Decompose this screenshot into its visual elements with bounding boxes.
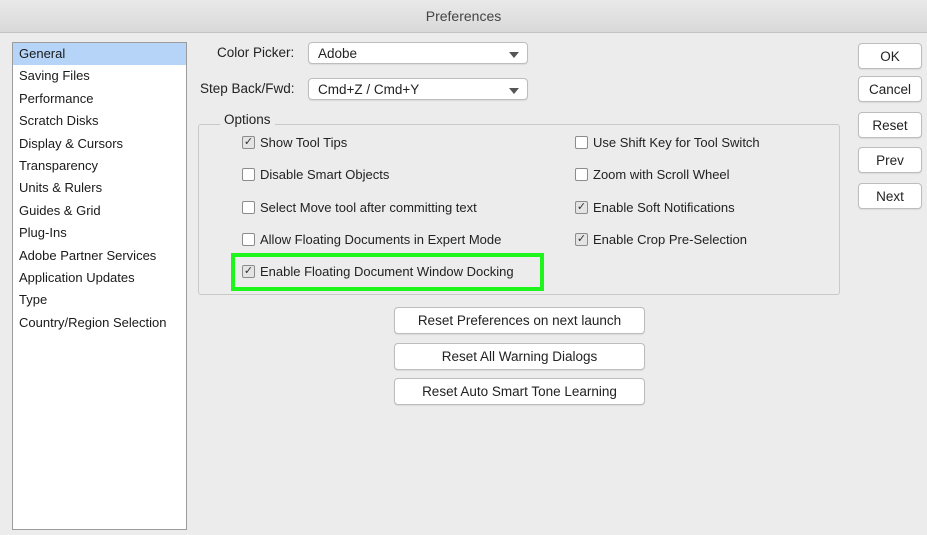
shift-key-tool-switch-option[interactable]: Use Shift Key for Tool Switch	[575, 135, 760, 150]
allow-floating-docs-checkbox[interactable]	[242, 233, 255, 246]
disable-smart-objects-option[interactable]: Disable Smart Objects	[242, 167, 389, 182]
next-button[interactable]: Next	[858, 183, 922, 209]
crop-preselection-checkbox[interactable]: ✓	[575, 233, 588, 246]
select-move-tool-option[interactable]: Select Move tool after committing text	[242, 200, 477, 215]
reset-warning-dialogs-button[interactable]: Reset All Warning Dialogs	[394, 343, 645, 370]
reset-button[interactable]: Reset	[858, 112, 922, 138]
step-back-value: Cmd+Z / Cmd+Y	[318, 82, 420, 97]
sidebar-item-type[interactable]: Type	[13, 289, 186, 311]
chevron-down-icon	[509, 52, 519, 58]
zoom-scroll-wheel-option[interactable]: Zoom with Scroll Wheel	[575, 167, 730, 182]
allow-floating-docs-label: Allow Floating Documents in Expert Mode	[260, 232, 502, 247]
chevron-down-icon	[509, 88, 519, 94]
disable-smart-objects-label: Disable Smart Objects	[260, 167, 390, 182]
reset-smart-tone-button[interactable]: Reset Auto Smart Tone Learning	[394, 378, 645, 405]
sidebar-item-units-rulers[interactable]: Units & Rulers	[13, 177, 186, 199]
zoom-scroll-wheel-checkbox[interactable]	[575, 168, 588, 181]
color-picker-select[interactable]: Adobe	[308, 42, 528, 64]
show-tool-tips-checkbox[interactable]: ✓	[242, 136, 255, 149]
sidebar-item-transparency[interactable]: Transparency	[13, 155, 186, 177]
disable-smart-objects-checkbox[interactable]	[242, 168, 255, 181]
shift-key-tool-switch-label: Use Shift Key for Tool Switch	[593, 135, 760, 150]
shift-key-tool-switch-checkbox[interactable]	[575, 136, 588, 149]
reset-preferences-button[interactable]: Reset Preferences on next launch	[394, 307, 645, 334]
title-bar: Preferences	[0, 0, 927, 33]
crop-preselection-label: Enable Crop Pre-Selection	[593, 232, 747, 247]
allow-floating-docs-option[interactable]: Allow Floating Documents in Expert Mode	[242, 232, 501, 247]
step-back-select[interactable]: Cmd+Z / Cmd+Y	[308, 78, 528, 100]
show-tool-tips-label: Show Tool Tips	[260, 135, 348, 150]
soft-notifications-option[interactable]: ✓ Enable Soft Notifications	[575, 200, 735, 215]
sidebar-item-general[interactable]: General	[13, 43, 186, 66]
sidebar-item-performance[interactable]: Performance	[13, 88, 186, 110]
prev-button[interactable]: Prev	[858, 147, 922, 173]
sidebar-item-display-cursors[interactable]: Display & Cursors	[13, 133, 186, 155]
highlight-box	[231, 253, 544, 291]
window-title: Preferences	[425, 8, 502, 24]
color-picker-label: Color Picker:	[217, 45, 295, 60]
options-legend: Options	[220, 112, 275, 127]
sidebar-item-application-updates[interactable]: Application Updates	[13, 267, 186, 289]
soft-notifications-checkbox[interactable]: ✓	[575, 201, 588, 214]
sidebar-item-adobe-partner-services[interactable]: Adobe Partner Services	[13, 245, 186, 267]
zoom-scroll-wheel-label: Zoom with Scroll Wheel	[593, 167, 730, 182]
select-move-tool-label: Select Move tool after committing text	[260, 200, 477, 215]
sidebar-item-country-region[interactable]: Country/Region Selection	[13, 312, 186, 334]
sidebar-item-scratch-disks[interactable]: Scratch Disks	[13, 110, 186, 132]
ok-button[interactable]: OK	[858, 43, 922, 69]
select-move-tool-checkbox[interactable]	[242, 201, 255, 214]
cancel-button[interactable]: Cancel	[858, 76, 922, 102]
sidebar-item-plug-ins[interactable]: Plug-Ins	[13, 222, 186, 244]
color-picker-value: Adobe	[318, 46, 358, 61]
step-back-label: Step Back/Fwd:	[200, 81, 295, 96]
soft-notifications-label: Enable Soft Notifications	[593, 200, 735, 215]
preferences-sidebar: General Saving Files Performance Scratch…	[12, 42, 187, 530]
sidebar-item-guides-grid[interactable]: Guides & Grid	[13, 200, 186, 222]
sidebar-item-saving-files[interactable]: Saving Files	[13, 65, 186, 87]
crop-preselection-option[interactable]: ✓ Enable Crop Pre-Selection	[575, 232, 747, 247]
show-tool-tips-option[interactable]: ✓ Show Tool Tips	[242, 135, 347, 150]
